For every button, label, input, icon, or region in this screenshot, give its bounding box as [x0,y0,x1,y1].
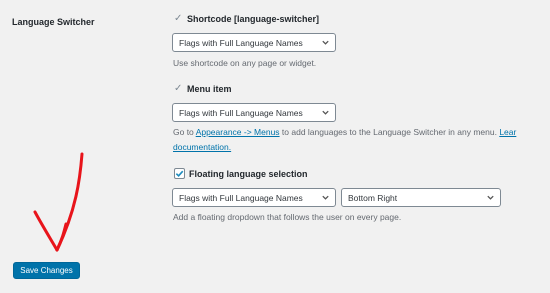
checkmark-icon [175,170,184,178]
floating-select-value: Flags with Full Language Names [179,192,303,203]
floating-position-value: Bottom Right [348,192,398,203]
shortcode-style-select[interactable]: Flags with Full Language Names [172,33,336,52]
floating-position-select[interactable]: Bottom Right [341,188,501,207]
menu-item-description-line2: documentation. [173,142,231,152]
menu-item-description-before: Go to [173,127,196,137]
menu-item-description-after: to add languages to the Language Switche… [279,127,500,137]
menu-item-option: ✓ Menu item [174,83,232,94]
shortcode-title: Shortcode [language-switcher] [187,13,320,24]
menu-item-description: Go to Appearance -> Menus to add languag… [173,127,516,137]
menu-item-style-select[interactable]: Flags with Full Language Names [172,103,336,122]
floating-checkbox[interactable] [174,168,185,179]
red-arrow-annotation-icon [33,152,84,252]
chevron-down-icon [322,110,329,115]
documentation-link[interactable]: documentation. [173,142,231,152]
chevron-down-icon [322,40,329,45]
checkmark-icon: ✓ [174,13,183,24]
floating-description: Add a floating dropdown that follows the… [173,212,402,222]
menu-item-select-value: Flags with Full Language Names [179,107,303,118]
floating-title: Floating language selection [189,168,308,179]
shortcode-option: ✓ Shortcode [language-switcher] [174,13,319,24]
chevron-down-icon [322,195,329,200]
save-changes-button[interactable]: Save Changes [13,262,80,279]
floating-style-select[interactable]: Flags with Full Language Names [172,188,336,207]
menu-item-title: Menu item [187,83,232,94]
shortcode-description: Use shortcode on any page or widget. [173,58,317,68]
learn-more-link[interactable]: Lear [499,127,516,137]
section-label: Language Switcher [12,17,95,27]
checkmark-icon: ✓ [174,83,183,94]
floating-option: Floating language selection [174,168,308,179]
shortcode-select-value: Flags with Full Language Names [179,37,303,48]
appearance-menus-link[interactable]: Appearance -> Menus [196,127,280,137]
chevron-down-icon [487,195,494,200]
